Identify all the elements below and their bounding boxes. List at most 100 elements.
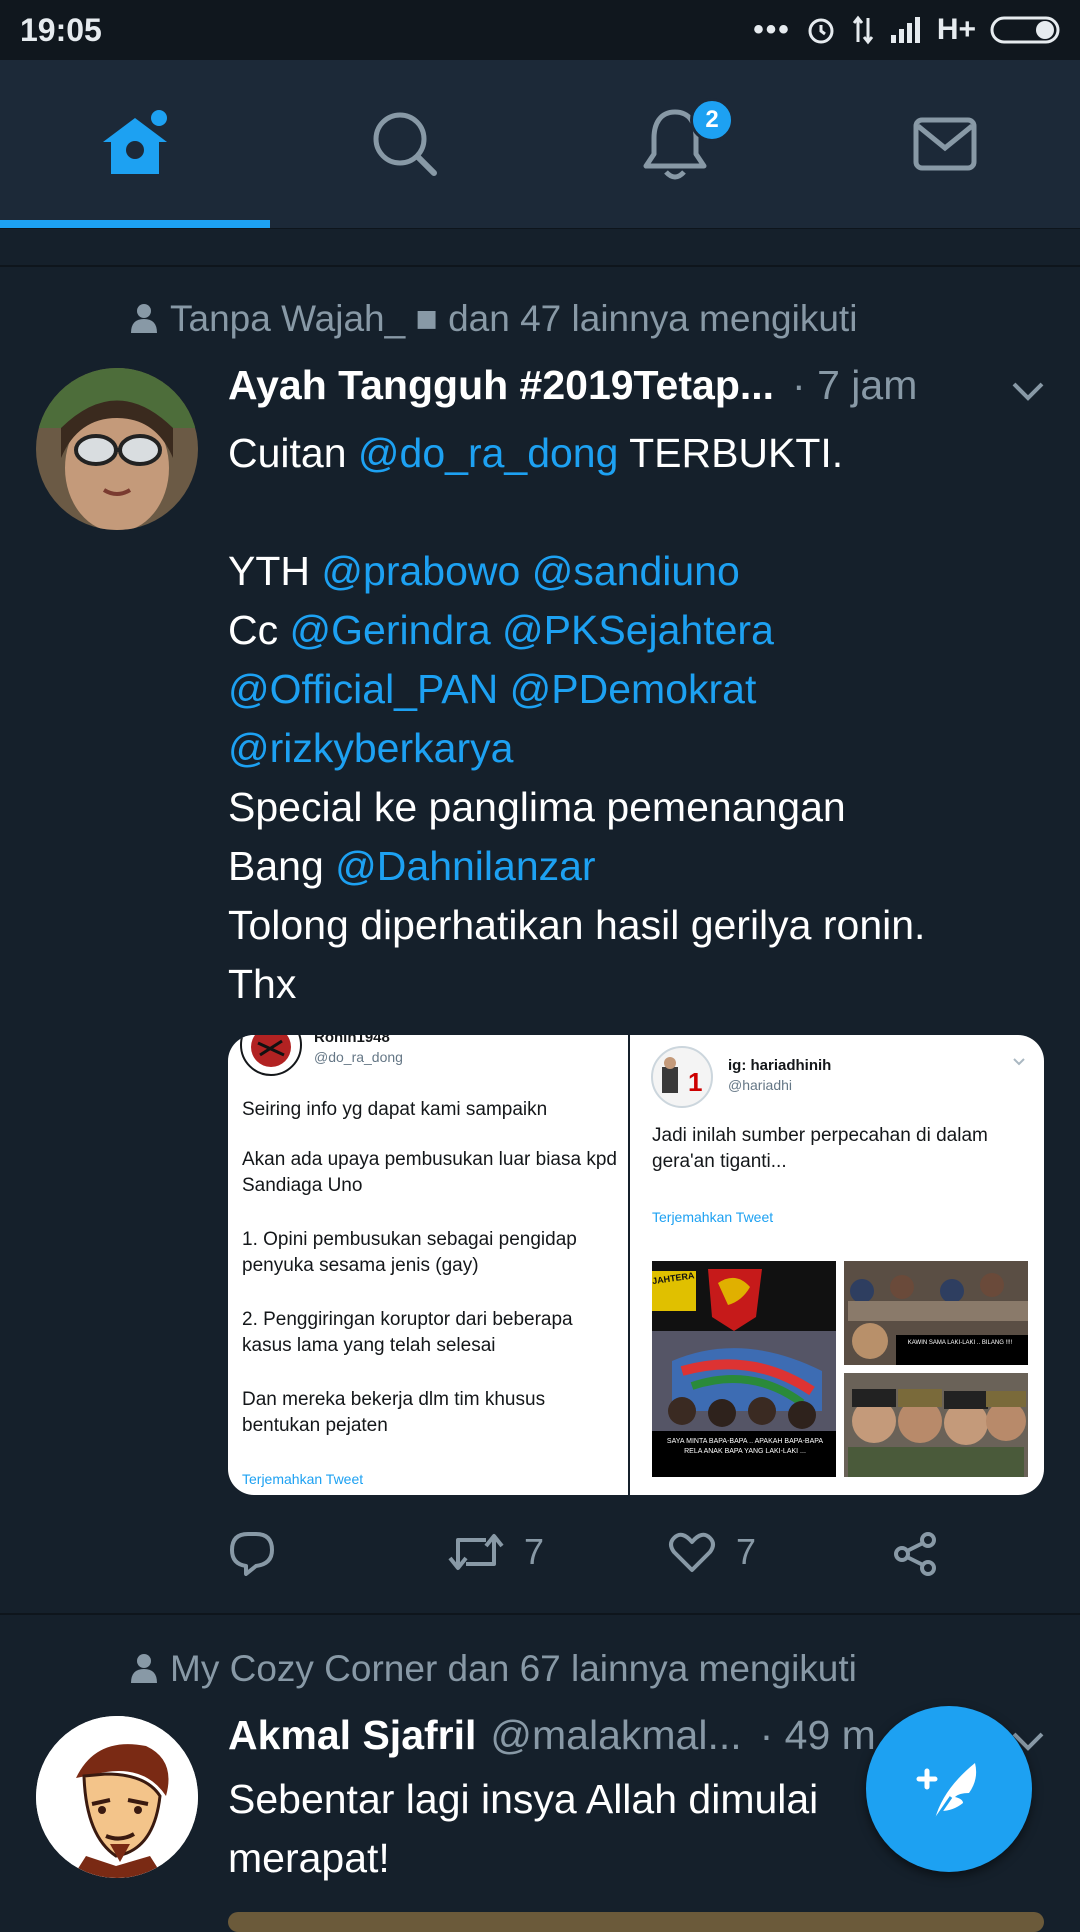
like-count: 7 [736,1531,757,1572]
retweet-icon [448,1534,504,1570]
battery-icon [990,16,1060,44]
tab-bar: 2 [0,60,1080,229]
tweet-text-line: Tolong diperhatikan hasil gerilya ronin. [228,896,1058,955]
person-icon [131,304,157,333]
embedded-paragraph: Dan mereka bekerja dlm tim khusus bentuk… [242,1389,546,1436]
status-time: 19:05 [20,12,102,48]
embedded-name: Ronin1948 [314,1035,390,1046]
tweet-text-line: Cc @Gerindra @PKSejahtera [228,601,1058,660]
tab-search[interactable] [270,60,540,228]
embedded-name: ig: hariadhinih [728,1057,832,1074]
mention-link[interactable]: @prabowo [321,548,520,594]
collage-caption: KAWIN SAMA LAKI-LAKI .. BILANG !!!! [907,1340,1013,1346]
text-segment: Sebentar lagi insya Allah dimulai [228,1776,819,1822]
tweet-text-line: Thx [228,955,1058,1014]
embedded-handle: @do_ra_dong [314,1049,403,1065]
tweet-text-line: Bang @Dahnilanzar [228,837,1058,896]
like-button[interactable]: 7 [668,1530,756,1574]
text-segment: Tolong diperhatikan hasil gerilya ronin. [228,902,926,948]
tweet-header: Ayah Tangguh #2019Tetap... · 7 jam [228,362,1008,409]
embedded-handle: @hariadhi [728,1077,793,1093]
tab-messages[interactable] [810,60,1080,228]
social-context-text: My Cozy Corner dan 67 lainnya mengikuti [170,1648,857,1689]
data-transfer-icon [852,15,873,45]
home-icon [103,110,167,174]
tweet-time: · 7 jam [792,362,918,408]
avatar[interactable] [36,1716,198,1878]
network-type: H+ [936,13,976,46]
tweet-text: Cuitan @do_ra_dong TERBUKTI. YTH @prabowo… [228,424,1058,1014]
text-segment: TERBUKTI. [618,430,844,476]
avatar[interactable] [36,368,198,530]
tweet-text-line: YTH @prabowo @sandiuno [228,542,1058,601]
text-segment: Bang [228,843,336,889]
more-dots-icon: ••• [753,13,791,46]
mention-link[interactable]: @Official_PAN [228,666,498,712]
tweet-time: · 49 m [759,1712,876,1758]
svg-text:1: 1 [688,1067,702,1097]
mention-link[interactable]: @PDemokrat [510,666,757,712]
status-icons: ••• H+ [753,10,1062,50]
search-icon [373,112,437,176]
embedded-paragraph: Akan ada upaya pembusukan luar biasa kpd… [242,1149,617,1196]
alarm-icon [808,18,834,44]
mention-link[interactable]: @sandiuno [532,548,740,594]
tab-home[interactable] [0,60,270,228]
social-context-text: Tanpa Wajah_ ■ dan 47 lainnya mengikuti [170,298,858,339]
embedded-avatar [240,1035,302,1076]
tweet-text-line: @rizkyberkarya [228,719,1058,778]
author-name[interactable]: Akmal Sjafril [228,1712,476,1759]
embedded-text: Jadi inilah sumber perpecahan di dalam g… [652,1125,988,1172]
tweet-actions: 7 7 [228,1530,1028,1580]
mention-link[interactable]: @rizkyberkarya [228,725,513,771]
mention-link[interactable]: @PKSejahtera [502,607,774,653]
status-bar: 19:05 ••• H+ [0,0,1080,60]
mention-link[interactable]: @Dahnilanzar [335,843,595,889]
embedded-avatar: 1 [651,1046,713,1108]
compose-tweet-button[interactable] [866,1706,1032,1872]
avatar-image [36,368,198,530]
text-segment [498,666,509,712]
signal-icon [890,17,920,43]
tab-notifications[interactable] [540,60,810,228]
text-segment: Cuitan [228,430,358,476]
tweet-text-line: Special ke panglima pemenangan [228,778,1058,837]
retweet-count: 7 [524,1531,545,1572]
chevron-down-icon[interactable] [1010,378,1046,402]
tweet-media[interactable]: Ronin1948 @do_ra_dong Seiring info yg da… [228,1035,1044,1495]
text-segment [520,548,531,594]
heart-icon [669,1532,715,1572]
tweet-text-line [228,483,1058,542]
share-icon [894,1532,936,1576]
text-segment: YTH [228,548,322,594]
embedded-translate-link: Terjemahkan Tweet [652,1209,774,1225]
retweet-button[interactable]: 7 [448,1530,544,1574]
active-tab-indicator [0,220,270,228]
embedded-paragraph: 1. Opini pembusukan sebagai pengidap pen… [242,1229,577,1276]
tweet-text-line: @Official_PAN @PDemokrat [228,660,1058,719]
mention-link[interactable]: @do_ra_dong [358,430,619,476]
social-context: Tanpa Wajah_ ■ dan 47 lainnya mengikuti [131,298,858,340]
compose-feather-icon [916,1763,977,1824]
notification-count-badge: 2 [690,98,734,142]
tweet-media-preview[interactable] [228,1912,1044,1932]
reply-button[interactable] [228,1530,276,1576]
mail-icon [913,117,977,171]
author-handle: @malakmal... [490,1712,742,1758]
author-name[interactable]: Ayah Tangguh #2019Tetap... [228,362,774,409]
embedded-paragraph: Seiring info yg dapat kami sampaikn [242,1099,548,1120]
media-image-left[interactable]: Ronin1948 @do_ra_dong Seiring info yg da… [228,1035,628,1495]
media-image-right[interactable]: 1 ig: hariadhinih @hariadhi Jadi inilah … [630,1035,1044,1495]
text-segment: merapat! [228,1835,390,1881]
reply-icon [230,1532,274,1576]
timeline-divider [0,265,1080,267]
embedded-translate-link: Terjemahkan Tweet [242,1471,364,1487]
social-context: My Cozy Corner dan 67 lainnya mengikuti [131,1648,857,1690]
chevron-down-icon [1013,1058,1025,1066]
text-segment: Cc [228,607,290,653]
text-segment [491,607,502,653]
mention-link[interactable]: @Gerindra [290,607,491,653]
text-segment: Thx [228,961,297,1007]
share-button[interactable] [892,1530,940,1578]
text-segment: Special ke panglima pemenangan [228,784,846,830]
